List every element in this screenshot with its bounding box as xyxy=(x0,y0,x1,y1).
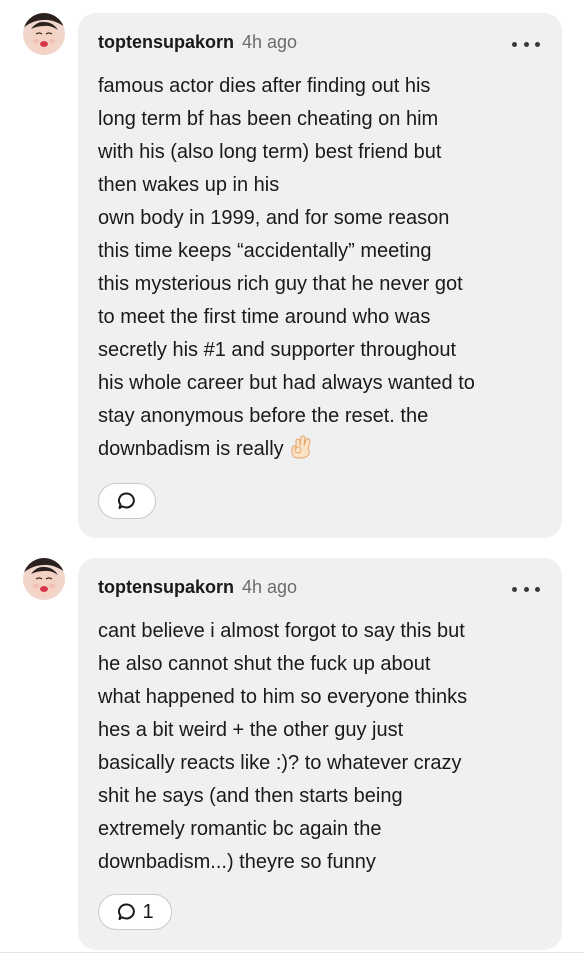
comment-line: stay anonymous before the reset. the xyxy=(98,405,429,427)
comment-text: famous actor dies after finding out his … xyxy=(98,70,554,466)
comment-line-last: downbadism is really xyxy=(98,433,554,466)
ok-hand-emoji xyxy=(288,435,314,459)
comment-line: he also cannot shut the fuck up about xyxy=(98,653,431,675)
avatar[interactable] xyxy=(23,558,65,600)
comment-line: famous actor dies after finding out his xyxy=(98,75,431,97)
comment-line: then wakes up in his xyxy=(98,174,280,196)
divider xyxy=(0,952,584,953)
username[interactable]: toptensupakorn xyxy=(98,577,234,598)
comment-line: to meet the first time around who was xyxy=(98,306,431,328)
comment-bubble: toptensupakorn 4h ago cant believe i alm… xyxy=(78,558,562,950)
timestamp: 4h ago xyxy=(242,32,298,52)
comment-text: cant believe i almost forgot to say this… xyxy=(98,615,554,879)
comment-line: secretly his #1 and supporter throughout xyxy=(98,339,456,361)
reply-count: 1 xyxy=(142,900,154,923)
comment-header: toptensupakorn 4h ago xyxy=(98,32,297,58)
reply-button[interactable]: 1 xyxy=(98,894,172,930)
comment-line: this time keeps “accidentally” meeting xyxy=(98,240,432,262)
comment-header: toptensupakorn 4h ago xyxy=(98,577,297,603)
comment-line: what happened to him so everyone thinks xyxy=(98,686,468,708)
speech-bubble-icon xyxy=(117,492,135,509)
comment: toptensupakorn 4h ago cant believe i alm… xyxy=(0,545,584,960)
comment-line: own body in 1999, and for some reason xyxy=(98,207,450,229)
comment-line: long term bf has been cheating on him xyxy=(98,108,439,130)
comment-line: extremely romantic bc again the xyxy=(98,818,382,840)
comment-bubble: toptensupakorn 4h ago famous actor dies … xyxy=(78,13,562,538)
comment-line: with his (also long term) best friend bu… xyxy=(98,141,442,163)
avatar-image xyxy=(23,558,65,600)
comment-line: cant believe i almost forgot to say this… xyxy=(98,620,465,642)
comment-line-text: downbadism is really xyxy=(98,438,284,460)
avatar[interactable] xyxy=(23,13,65,55)
more-dots-icon[interactable] xyxy=(512,39,540,49)
avatar-image xyxy=(23,13,65,55)
username[interactable]: toptensupakorn xyxy=(98,32,234,53)
timestamp: 4h ago xyxy=(242,577,298,597)
reply-button[interactable] xyxy=(98,483,156,519)
comment: toptensupakorn 4h ago famous actor dies … xyxy=(0,0,584,545)
speech-bubble-icon xyxy=(118,903,136,920)
comment-line: downbadism...) theyre so funny xyxy=(98,851,376,873)
comment-line: basically reacts like :)? to whatever cr… xyxy=(98,752,462,774)
comment-line: hes a bit weird + the other guy just xyxy=(98,719,404,741)
comment-line: shit he says (and then starts being xyxy=(98,785,403,807)
comment-line: his whole career but had always wanted t… xyxy=(98,372,475,394)
comment-thread: toptensupakorn 4h ago famous actor dies … xyxy=(0,0,584,960)
more-dots-icon[interactable] xyxy=(512,584,540,594)
comment-line: this mysterious rich guy that he never g… xyxy=(98,273,463,295)
